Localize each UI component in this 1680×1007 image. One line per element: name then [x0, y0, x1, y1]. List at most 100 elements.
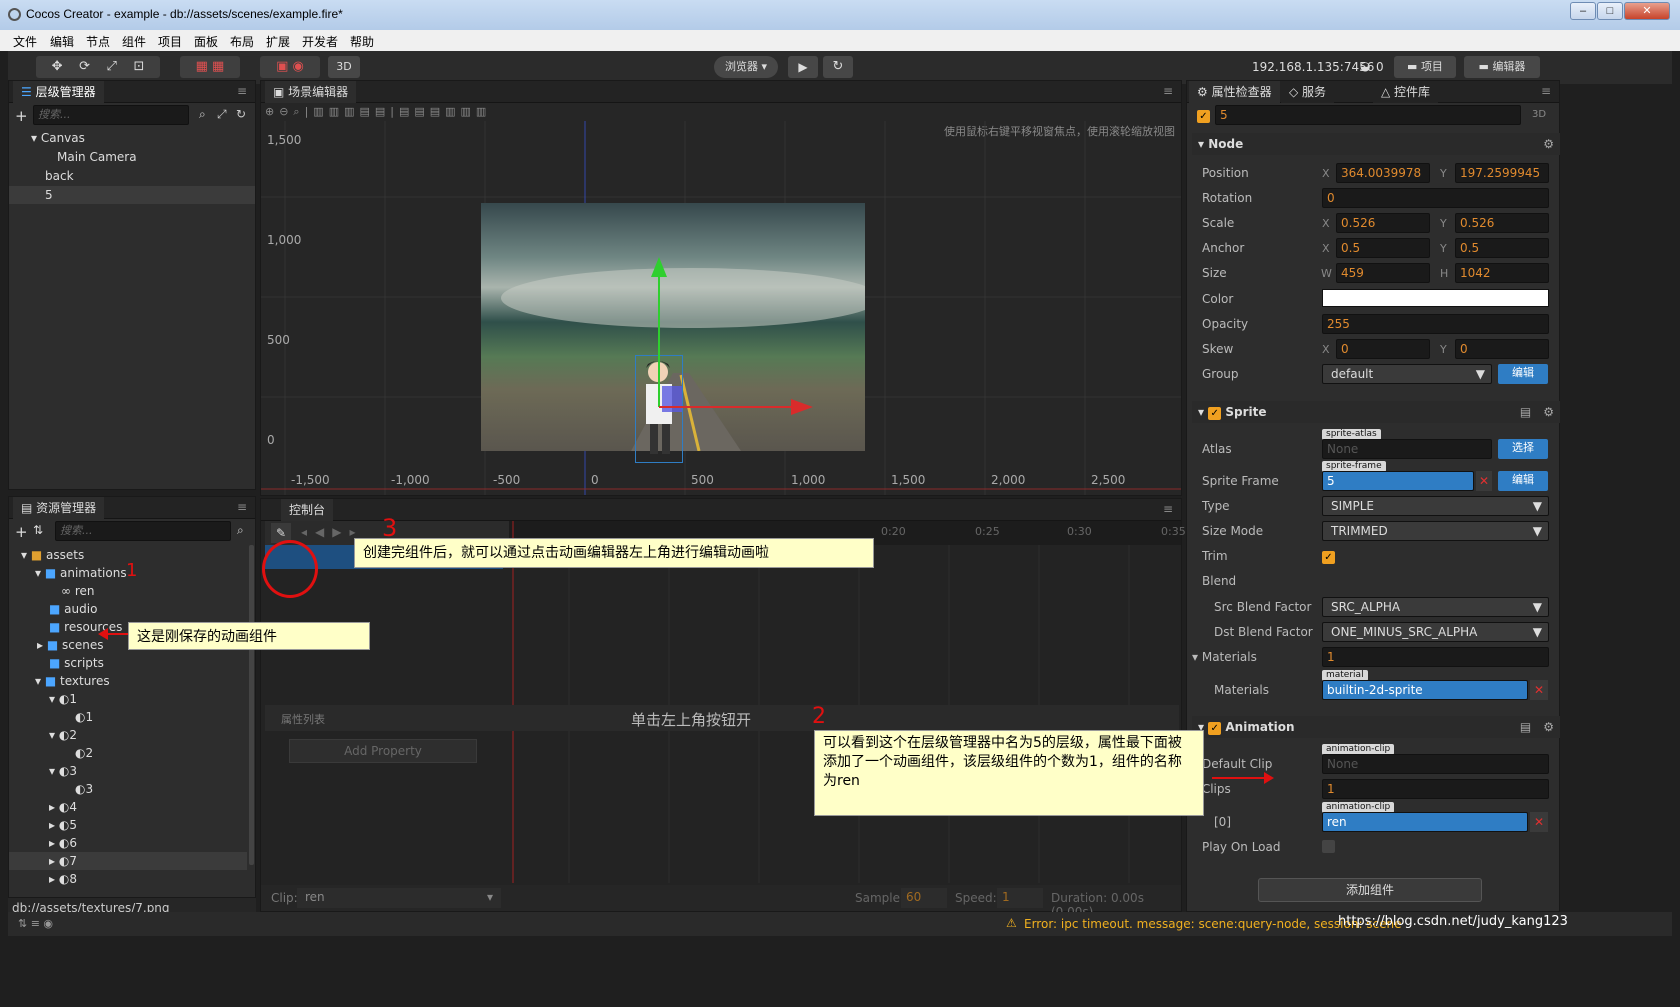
- menu-project[interactable]: 项目: [158, 33, 182, 50]
- asset-texture-8[interactable]: ▸ ◐8: [49, 872, 77, 886]
- close-icon[interactable]: ✕: [1624, 2, 1670, 20]
- sort-icon[interactable]: ⇅: [33, 523, 43, 537]
- clear-icon[interactable]: ✕: [1530, 812, 1548, 832]
- clip-select[interactable]: ren ▾: [297, 888, 501, 908]
- add-component-button[interactable]: 添加组件: [1258, 878, 1482, 902]
- size-h-input[interactable]: 1042: [1455, 263, 1549, 283]
- gear-icon[interactable]: ⚙: [1543, 137, 1554, 151]
- scene-align-tools[interactable]: ⊕⊖⌕|▥▥▥▤▤|▤▤▤▥▥▥: [265, 105, 645, 121]
- animation-section-header[interactable]: ▾ ✓ Animation ⚙ ▤: [1192, 716, 1560, 738]
- asset-texture-2[interactable]: ▾ ◐2: [49, 728, 77, 742]
- materials-group-label[interactable]: ▾ Materials: [1192, 650, 1257, 664]
- src-blend-select[interactable]: SRC_ALPHA ▼: [1322, 597, 1549, 617]
- panel-menu-icon[interactable]: ≡: [1163, 502, 1173, 516]
- position-x-input[interactable]: 364.0039978: [1336, 163, 1430, 183]
- docs-icon[interactable]: ▤: [1520, 720, 1531, 734]
- tab-scene-editor[interactable]: ▣ 场景编辑器: [265, 81, 357, 103]
- menu-help[interactable]: 帮助: [350, 33, 374, 50]
- scale-y-input[interactable]: 0.526: [1455, 213, 1549, 233]
- anchor-y-input[interactable]: 0.5: [1455, 238, 1549, 258]
- asset-sprite-1[interactable]: ◐1: [75, 710, 93, 724]
- asset-folder-textures[interactable]: ▾ ■ textures: [35, 674, 110, 688]
- docs-icon[interactable]: ▤: [1520, 405, 1531, 419]
- playback-controls[interactable]: ◂◀▶▸: [301, 525, 364, 539]
- asset-texture-6[interactable]: ▸ ◐6: [49, 836, 77, 850]
- dst-blend-select[interactable]: ONE_MINUS_SRC_ALPHA ▼: [1322, 622, 1549, 642]
- node-active-checkbox[interactable]: ✓: [1197, 108, 1210, 123]
- menu-node[interactable]: 节点: [86, 33, 110, 50]
- skew-y-input[interactable]: 0: [1455, 339, 1549, 359]
- anchor-x-input[interactable]: 0.5: [1336, 238, 1430, 258]
- rotation-input[interactable]: 0: [1322, 188, 1549, 208]
- gear-icon[interactable]: ⚙: [1543, 405, 1554, 419]
- sprite-frame-input[interactable]: 5: [1322, 471, 1474, 491]
- opacity-input[interactable]: 255: [1322, 314, 1549, 334]
- atlas-input[interactable]: None: [1322, 439, 1492, 459]
- gear-icon[interactable]: ⚙: [1543, 720, 1554, 734]
- pivot-tools[interactable]: ▦ ▦: [180, 56, 240, 78]
- 3d-toggle-button[interactable]: 3D: [328, 56, 360, 78]
- browser-select[interactable]: 浏览器 ▾: [714, 56, 778, 78]
- skew-x-input[interactable]: 0: [1336, 339, 1430, 359]
- open-editor-button[interactable]: ▬ 编辑器: [1464, 56, 1540, 78]
- materials-count-input[interactable]: 1: [1322, 647, 1549, 667]
- atlas-select-button[interactable]: 选择: [1498, 439, 1548, 459]
- rect-tool-icon[interactable]: ⊡: [133, 59, 144, 74]
- minimize-icon[interactable]: –: [1570, 2, 1596, 20]
- scale-tool-icon[interactable]: ⤢: [107, 59, 117, 74]
- tree-node-canvas[interactable]: ▾ Canvas: [31, 131, 85, 145]
- open-project-button[interactable]: ▬ 项目: [1394, 56, 1456, 78]
- default-clip-input[interactable]: None: [1322, 754, 1549, 774]
- sprite-section-header[interactable]: ▾ ✓ Sprite ⚙ ▤: [1192, 401, 1560, 423]
- material-input[interactable]: builtin-2d-sprite: [1322, 680, 1528, 700]
- play-on-load-checkbox[interactable]: [1322, 840, 1335, 853]
- asset-folder-scenes[interactable]: ▸ ■ scenes: [37, 638, 104, 652]
- panel-menu-icon[interactable]: ≡: [237, 84, 247, 98]
- size-mode-select[interactable]: TRIMMED ▼: [1322, 521, 1549, 541]
- size-w-input[interactable]: 459: [1336, 263, 1430, 283]
- asset-texture-1[interactable]: ▾ ◐1: [49, 692, 77, 706]
- asset-texture-3[interactable]: ▾ ◐3: [49, 764, 77, 778]
- status-icons[interactable]: ⇅ ≡ ◉: [18, 917, 53, 930]
- asset-folder-scripts[interactable]: ■ scripts: [49, 656, 104, 670]
- tree-node-back[interactable]: back: [45, 169, 74, 183]
- menu-panel[interactable]: 面板: [194, 33, 218, 50]
- add-asset-icon[interactable]: +: [15, 523, 28, 541]
- search-icon[interactable]: ⌕: [237, 523, 244, 538]
- asset-sprite-2[interactable]: ◐2: [75, 746, 93, 760]
- tab-console[interactable]: 控制台: [281, 499, 334, 521]
- panel-menu-icon[interactable]: ≡: [1163, 84, 1173, 98]
- node-name-input[interactable]: 5: [1215, 105, 1521, 125]
- speed-input[interactable]: 1: [997, 888, 1043, 908]
- transform-gizmo[interactable]: [651, 255, 821, 415]
- asset-anim-ren[interactable]: ∞ ren: [61, 584, 95, 598]
- rotate-tool-icon[interactable]: ⟳: [79, 59, 90, 74]
- clear-icon[interactable]: ✕: [1476, 471, 1492, 491]
- move-tool-icon[interactable]: ✥: [52, 59, 63, 74]
- tab-assets[interactable]: ▤ 资源管理器: [13, 497, 105, 519]
- asset-folder-animations[interactable]: ▾ ■ animations: [35, 566, 127, 580]
- scale-x-input[interactable]: 0.526: [1336, 213, 1430, 233]
- group-select[interactable]: default ▼: [1322, 364, 1492, 384]
- tab-hierarchy[interactable]: ☰ 层级管理器: [13, 81, 104, 103]
- node-section-header[interactable]: ▾ Node ⚙: [1192, 133, 1560, 155]
- menu-layout[interactable]: 布局: [230, 33, 254, 50]
- asset-folder-audio[interactable]: ■ audio: [49, 602, 97, 616]
- search-icon[interactable]: ⌕: [199, 107, 206, 122]
- clips-count-input[interactable]: 1: [1322, 779, 1549, 799]
- refresh-icon[interactable]: ↻: [236, 107, 246, 121]
- menu-component[interactable]: 组件: [122, 33, 146, 50]
- group-edit-button[interactable]: 编辑: [1498, 364, 1548, 384]
- asset-texture-4[interactable]: ▸ ◐4: [49, 800, 77, 814]
- position-y-input[interactable]: 197.2599945: [1455, 163, 1549, 183]
- tab-widget-library[interactable]: △ 控件库: [1373, 81, 1439, 103]
- menu-developer[interactable]: 开发者: [302, 33, 338, 50]
- add-property-button[interactable]: Add Property: [289, 739, 477, 763]
- assets-scrollbar[interactable]: [249, 545, 254, 865]
- coord-tools[interactable]: ▣ ◉: [260, 56, 320, 78]
- sample-input[interactable]: 60: [901, 888, 947, 908]
- sprite-frame-edit-button[interactable]: 编辑: [1498, 471, 1548, 491]
- tree-node-5[interactable]: 5: [9, 186, 255, 204]
- add-node-icon[interactable]: +: [15, 107, 28, 125]
- tab-services[interactable]: ◇ 服务: [1281, 81, 1335, 103]
